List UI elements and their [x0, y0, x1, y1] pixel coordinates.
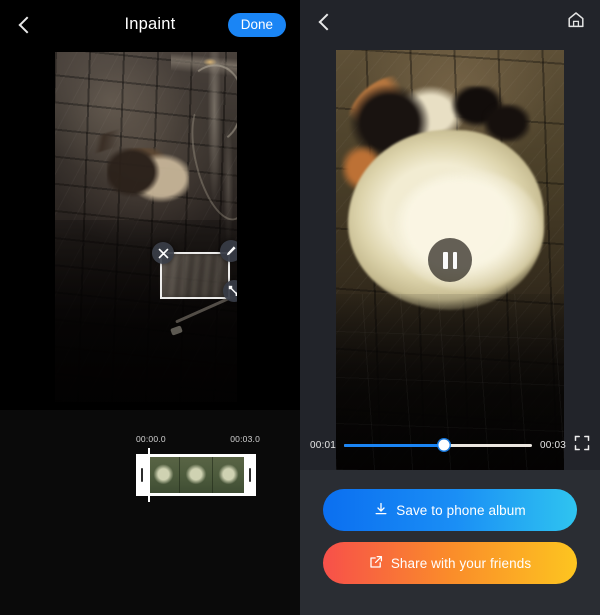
pause-bar-left — [443, 251, 448, 269]
inpaint-header: Done — [0, 0, 300, 50]
light-glint — [203, 58, 217, 66]
filmstrip-frames — [148, 457, 244, 493]
scrubber-track[interactable] — [344, 439, 532, 451]
filmstrip-frame — [148, 457, 181, 493]
chevron-left-icon[interactable] — [314, 11, 336, 33]
timeline-start-time: 00:00.0 — [136, 434, 166, 444]
scrubber-knob[interactable] — [438, 439, 450, 451]
save-to-album-button[interactable]: Save to phone album — [323, 489, 577, 531]
done-button[interactable]: Done — [227, 12, 286, 38]
video-controls: 00:01 00:03 — [300, 428, 600, 462]
filmstrip-frame — [180, 457, 213, 493]
share-button[interactable]: Share with your friends — [323, 542, 577, 584]
close-icon[interactable] — [152, 242, 174, 264]
inpaint-blur-preview — [162, 254, 228, 297]
home-icon[interactable] — [566, 10, 586, 35]
trim-handle-right[interactable] — [244, 454, 256, 496]
pause-icon[interactable] — [428, 238, 472, 282]
export-result-screen: 00:01 00:03 Save to phone album Share wi… — [300, 0, 600, 615]
inpaint-image-canvas[interactable] — [55, 52, 237, 402]
video-preview[interactable] — [336, 50, 564, 470]
timeline-end-time: 00:03.0 — [230, 434, 260, 444]
filmstrip-frame — [212, 457, 244, 493]
inpaint-editor-screen: Done Inpaint 00:00.0 00:03.0 — [0, 0, 300, 615]
pause-bar-right — [452, 251, 457, 269]
cat-body-shape — [107, 148, 189, 208]
fullscreen-icon[interactable] — [574, 435, 590, 456]
export-actions-panel: Save to phone album Share with your frie… — [300, 470, 600, 615]
playhead-indicator[interactable] — [148, 448, 150, 502]
share-icon — [369, 555, 383, 572]
shadow-overlay — [55, 220, 237, 402]
current-time-label: 00:01 — [310, 439, 337, 451]
timeline-ruler: 00:00.0 00:03.0 — [136, 434, 260, 444]
total-time-label: 00:03 — [539, 439, 566, 451]
dual-screenshot-container: Done Inpaint 00:00.0 00:03.0 00:01 00:03… — [0, 0, 600, 615]
result-header — [300, 0, 600, 44]
scrubber-fill — [344, 443, 444, 447]
filmstrip-clip[interactable] — [136, 454, 256, 496]
pencil-icon[interactable] — [220, 240, 237, 262]
timeline-section: 00:00.0 00:03.0 — [0, 410, 300, 615]
download-icon — [374, 502, 388, 519]
trim-handle-left[interactable] — [136, 454, 148, 496]
save-to-album-label: Save to phone album — [396, 502, 526, 518]
share-label: Share with your friends — [390, 555, 532, 571]
chevron-left-icon[interactable] — [14, 14, 36, 36]
